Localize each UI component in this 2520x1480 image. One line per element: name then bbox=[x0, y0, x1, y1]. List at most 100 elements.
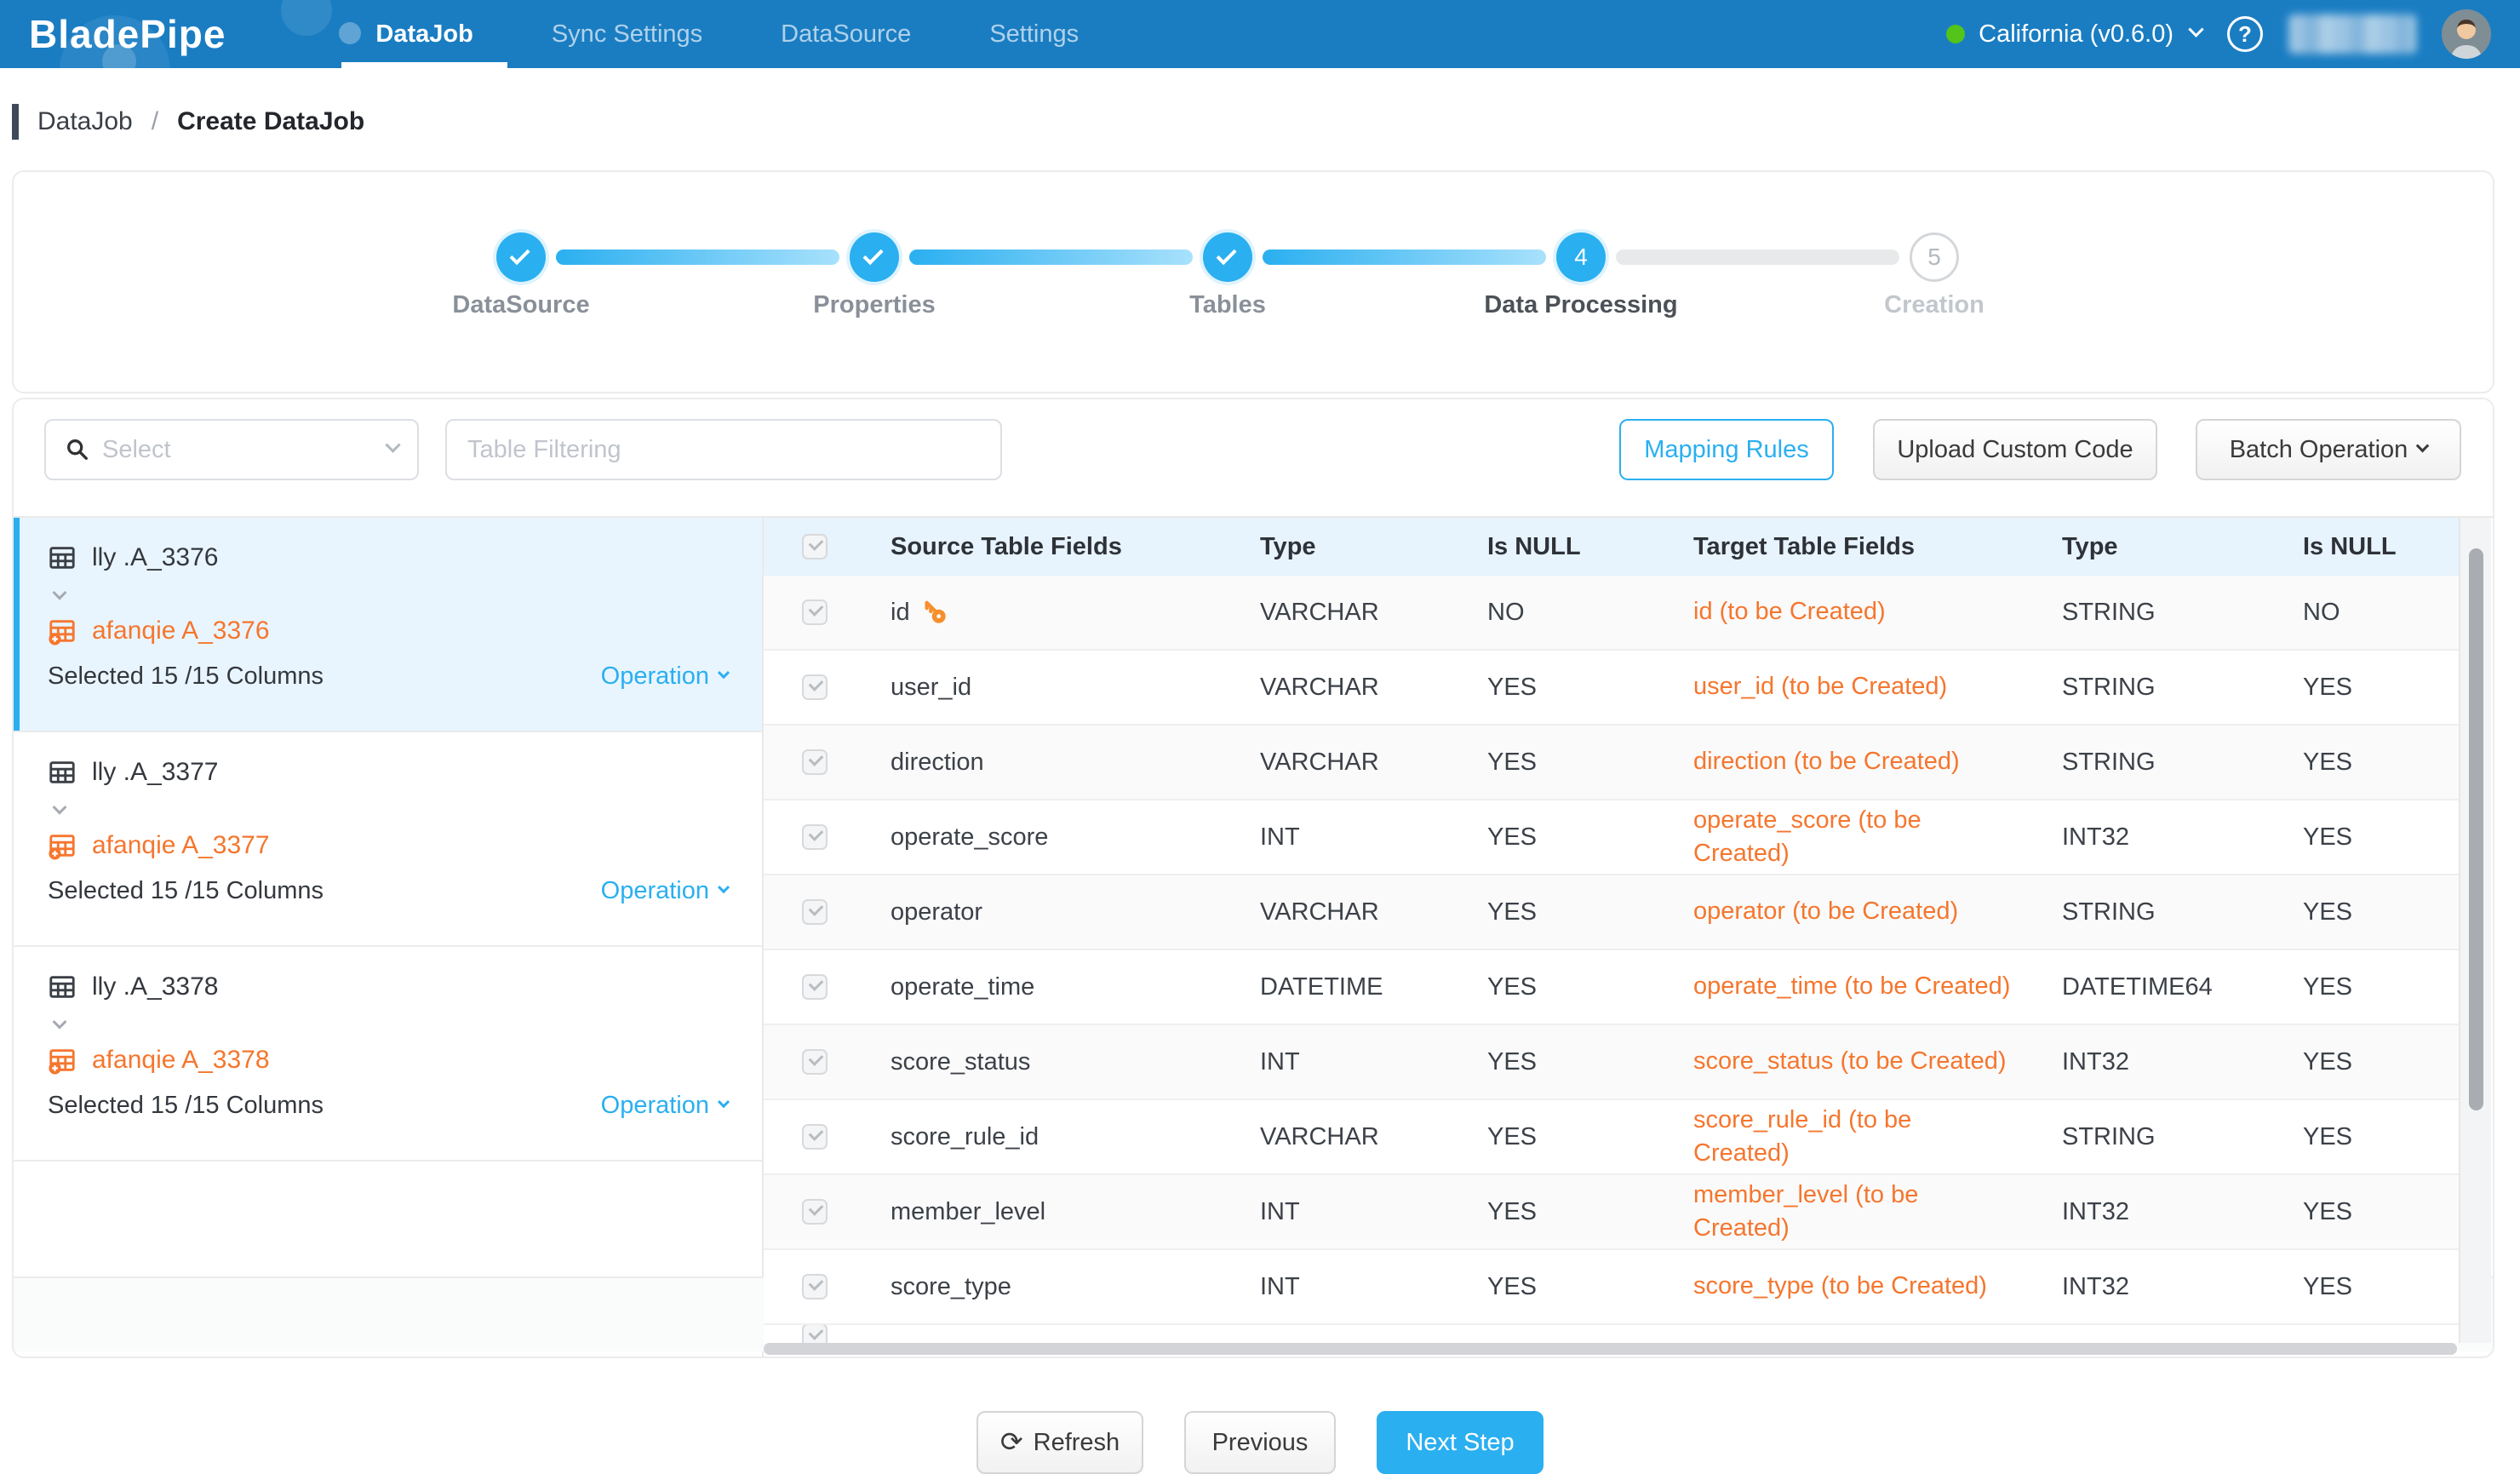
source-table-name: lly .A_3378 bbox=[92, 972, 218, 1001]
operation-label: Operation bbox=[601, 877, 709, 905]
step-connector bbox=[1616, 250, 1899, 265]
chevron-down-icon bbox=[718, 667, 730, 679]
batch-operation-button[interactable]: Batch Operation bbox=[2196, 419, 2461, 480]
target-isnull-cell: YES bbox=[2277, 749, 2485, 777]
chevron-down-icon bbox=[718, 1096, 730, 1108]
help-icon[interactable]: ? bbox=[2227, 16, 2263, 52]
source-field-cell: score_type bbox=[865, 1273, 1234, 1301]
chevron-down-icon bbox=[2188, 21, 2203, 37]
table-mapping-item[interactable]: lly .A_3378 afanqie A_3378 bbox=[14, 947, 762, 1162]
environment-selector[interactable]: California (v0.6.0) bbox=[1946, 20, 2202, 49]
target-table-icon bbox=[48, 617, 77, 645]
select-all-checkbox[interactable] bbox=[764, 534, 865, 559]
target-isnull-cell: YES bbox=[2277, 823, 2485, 852]
operation-link[interactable]: Operation bbox=[601, 1092, 728, 1120]
main-nav: DataJob Sync Settings DataSource Setting… bbox=[336, 0, 1118, 68]
row-checkbox[interactable] bbox=[764, 1199, 865, 1225]
page-title: Create DataJob bbox=[177, 107, 364, 136]
source-field-cell: operator bbox=[865, 898, 1234, 926]
step-label-properties: Properties bbox=[747, 291, 1002, 319]
table-row: user_id VARCHAR YES user_id (to be Creat… bbox=[764, 651, 2485, 726]
vertical-scrollbar-thumb[interactable] bbox=[2469, 548, 2483, 1110]
target-table-icon bbox=[48, 1046, 77, 1075]
row-checkbox[interactable] bbox=[764, 1124, 865, 1150]
step-number: 5 bbox=[1927, 244, 1941, 271]
row-checkbox[interactable] bbox=[764, 824, 865, 850]
stepper-card: 4 5 DataSource Properties Tables Data Pr… bbox=[12, 170, 2494, 393]
table-row: operator VARCHAR YES operator (to be Cre… bbox=[764, 875, 2485, 950]
target-type-cell: STRING bbox=[2036, 898, 2277, 926]
vertical-scrollbar[interactable] bbox=[2459, 518, 2491, 1343]
chevron-down-icon[interactable] bbox=[54, 589, 65, 605]
check-icon bbox=[1217, 244, 1237, 265]
nav-item-datasource[interactable]: DataSource bbox=[742, 0, 950, 68]
row-checkbox[interactable] bbox=[764, 599, 865, 625]
step-circle-tables bbox=[1203, 232, 1252, 282]
avatar[interactable] bbox=[2442, 9, 2491, 59]
source-type-cell: VARCHAR bbox=[1234, 898, 1462, 926]
table-header-row: Source Table Fields Type Is NULL Target … bbox=[764, 518, 2485, 576]
chevron-down-icon bbox=[2416, 439, 2430, 452]
target-type-cell: INT32 bbox=[2036, 823, 2277, 852]
source-type-cell: INT bbox=[1234, 1273, 1462, 1301]
source-isnull-cell: YES bbox=[1462, 823, 1668, 852]
target-field-cell: direction (to be Created) bbox=[1668, 745, 2036, 778]
step-circle-datasource bbox=[496, 232, 546, 282]
field-mapping-table: Source Table Fields Type Is NULL Target … bbox=[764, 518, 2485, 1343]
breadcrumb-parent[interactable]: DataJob bbox=[37, 107, 133, 136]
mapping-rules-button[interactable]: Mapping Rules bbox=[1619, 419, 1834, 480]
table-row-partial bbox=[764, 1325, 2485, 1343]
source-type-cell: INT bbox=[1234, 1048, 1462, 1076]
nav-item-datajob[interactable]: DataJob bbox=[336, 0, 512, 68]
col-target-type: Type bbox=[2036, 533, 2277, 561]
batch-operation-label: Batch Operation bbox=[2230, 436, 2408, 464]
select-dropdown[interactable]: Select bbox=[44, 419, 419, 480]
source-field-name: operator bbox=[891, 898, 982, 926]
table-mapping-item[interactable]: lly .A_3376 afanqie A_3376 bbox=[14, 518, 762, 732]
refresh-button[interactable]: ⟳ Refresh bbox=[976, 1411, 1143, 1474]
breadcrumb-separator: / bbox=[152, 107, 158, 136]
target-table-icon bbox=[48, 831, 77, 860]
refresh-label: Refresh bbox=[1034, 1429, 1120, 1457]
table-mapping-item[interactable]: lly .A_3377 afanqie A_3377 bbox=[14, 732, 762, 947]
target-field-cell: id (to be Created) bbox=[1668, 595, 2036, 628]
row-checkbox[interactable] bbox=[764, 1274, 865, 1299]
next-step-button[interactable]: Next Step bbox=[1377, 1411, 1544, 1474]
chevron-down-icon[interactable] bbox=[54, 1018, 65, 1034]
source-field-name: operate_score bbox=[891, 823, 1048, 852]
source-table-name: lly .A_3376 bbox=[92, 543, 218, 572]
table-body: id VARCHAR NO id (to be Created) STRING … bbox=[764, 576, 2485, 1325]
search-icon bbox=[65, 437, 90, 462]
step-circle-data-processing: 4 bbox=[1556, 232, 1606, 282]
chevron-down-icon[interactable] bbox=[54, 804, 65, 819]
source-isnull-cell: YES bbox=[1462, 1273, 1668, 1301]
table-filter-input[interactable] bbox=[445, 419, 1002, 480]
source-field-name: score_type bbox=[891, 1273, 1011, 1301]
target-type-cell: DATETIME64 bbox=[2036, 973, 2277, 1001]
row-checkbox[interactable] bbox=[764, 974, 865, 1000]
source-field-name: member_level bbox=[891, 1198, 1045, 1226]
row-checkbox[interactable] bbox=[764, 1049, 865, 1075]
row-checkbox[interactable] bbox=[802, 1325, 828, 1343]
target-type-cell: INT32 bbox=[2036, 1273, 2277, 1301]
target-type-cell: STRING bbox=[2036, 1123, 2277, 1151]
previous-button[interactable]: Previous bbox=[1184, 1411, 1336, 1474]
step-label-data-processing: Data Processing bbox=[1453, 291, 1709, 319]
horizontal-scrollbar[interactable] bbox=[764, 1343, 2457, 1355]
operation-link[interactable]: Operation bbox=[601, 877, 728, 905]
col-target-isnull: Is NULL bbox=[2277, 533, 2485, 561]
table-row: operate_score INT YES operate_score (to … bbox=[764, 800, 2485, 875]
nav-item-settings[interactable]: Settings bbox=[950, 0, 1118, 68]
upload-custom-code-button[interactable]: Upload Custom Code bbox=[1873, 419, 2157, 480]
row-checkbox[interactable] bbox=[764, 899, 865, 925]
col-target-table-fields: Target Table Fields bbox=[1668, 533, 2036, 561]
operation-link[interactable]: Operation bbox=[601, 663, 728, 691]
row-checkbox[interactable] bbox=[764, 749, 865, 775]
nav-item-sync-settings[interactable]: Sync Settings bbox=[513, 0, 742, 68]
source-field-cell: user_id bbox=[865, 674, 1234, 702]
target-type-cell: STRING bbox=[2036, 749, 2277, 777]
target-type-cell: INT32 bbox=[2036, 1198, 2277, 1226]
row-checkbox[interactable] bbox=[764, 674, 865, 700]
source-isnull-cell: YES bbox=[1462, 1198, 1668, 1226]
source-field-cell: id bbox=[865, 599, 1234, 627]
